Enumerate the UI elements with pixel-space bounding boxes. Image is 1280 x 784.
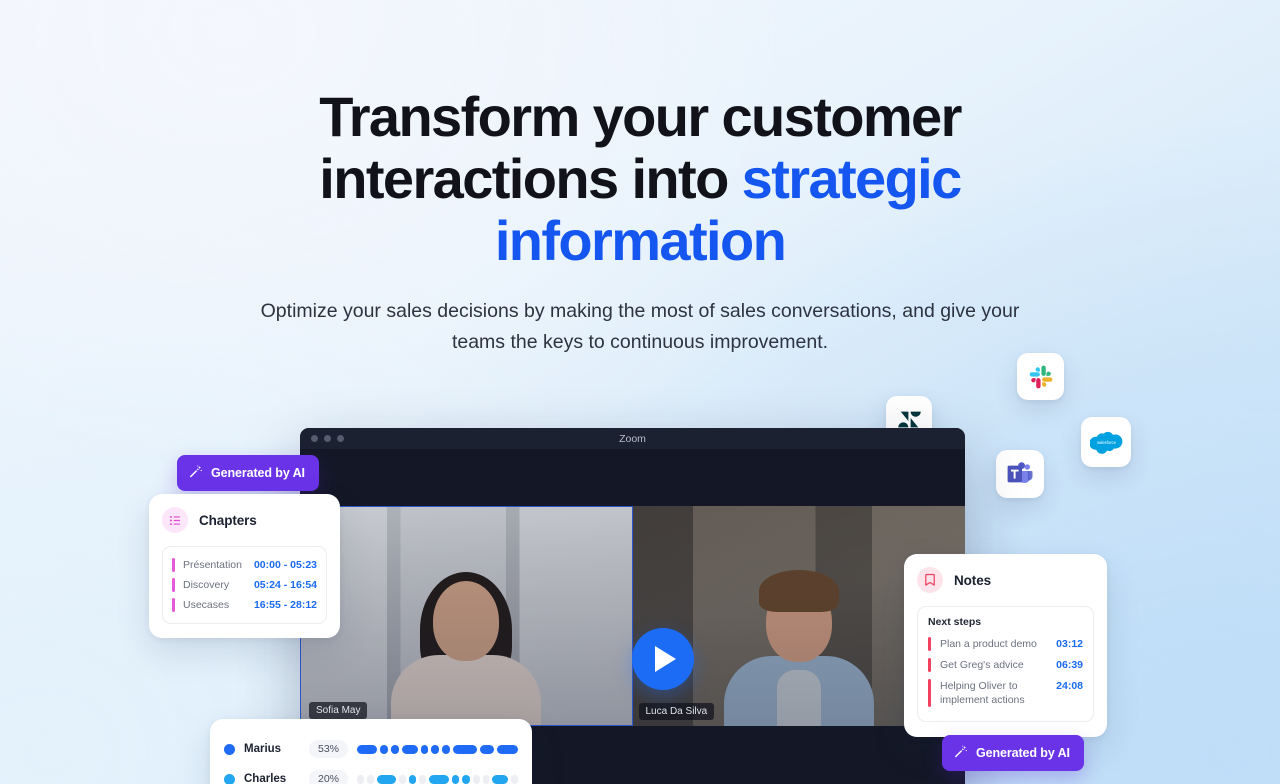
- list-icon: [162, 507, 188, 533]
- hero-stage: Transform your customer interactions int…: [0, 0, 1280, 784]
- activity-segment: [453, 744, 477, 754]
- note-accent-bar: [928, 657, 931, 672]
- hero-text-block: Transform your customer interactions int…: [0, 85, 1280, 358]
- hero-subtitle: Optimize your sales decisions by making …: [260, 300, 1020, 354]
- activity-segment: [492, 774, 509, 784]
- video-grid: Sofia May Luca Da Silva: [300, 506, 965, 726]
- participant-name-label: Sofia May: [309, 702, 368, 719]
- magic-wand-icon: [953, 744, 968, 762]
- activity-segment: [357, 744, 378, 754]
- window-title: Zoom: [619, 432, 646, 445]
- speaker-activity-track[interactable]: [357, 774, 518, 784]
- magic-wand-icon: [188, 464, 203, 482]
- activity-gap: [511, 774, 518, 784]
- chapter-timerange: 00:00 - 05:23: [253, 559, 317, 571]
- note-accent-bar: [928, 636, 931, 651]
- chapter-label: Discovery: [183, 579, 230, 591]
- notes-subtitle: Next steps: [928, 616, 982, 628]
- note-row[interactable]: Helping Oliver to implement actions 24:0…: [928, 675, 1083, 710]
- ai-badge-label: Generated by AI: [211, 466, 305, 480]
- note-row[interactable]: Plan a product demo 03:12: [928, 633, 1083, 654]
- speaker-name: Marius: [244, 743, 282, 755]
- activity-segment: [380, 744, 388, 754]
- chapters-title: Chapters: [199, 512, 257, 528]
- activity-gap: [357, 774, 364, 784]
- activity-gap: [419, 774, 426, 784]
- note-timestamp: 03:12: [1056, 637, 1083, 650]
- activity-segment: [428, 774, 449, 784]
- chapter-accent-bar: [172, 578, 175, 592]
- activity-segment: [376, 774, 396, 784]
- notes-title: Notes: [954, 572, 992, 588]
- speaker-percent: 20%: [309, 770, 349, 784]
- activity-gap: [366, 774, 374, 784]
- chapter-label: Présentation: [183, 559, 242, 571]
- chapter-row[interactable]: Présentation 00:00 - 05:23: [172, 555, 317, 575]
- ai-badge-label: Generated by AI: [976, 746, 1070, 760]
- bookmark-icon: [917, 567, 943, 593]
- activity-segment: [390, 744, 399, 754]
- notes-list: Next steps Plan a product demo 03:12 Get…: [917, 606, 1094, 722]
- note-accent-bar: [928, 678, 931, 708]
- chapter-timerange: 16:55 - 28:12: [253, 599, 317, 611]
- note-label: Plan a product demo: [940, 637, 1037, 650]
- speaker-row-charles: Charles 20%: [224, 764, 518, 784]
- activity-segment: [451, 774, 460, 784]
- note-timestamp: 24:08: [1056, 679, 1083, 692]
- microsoft-teams-logo[interactable]: [996, 450, 1044, 498]
- generated-by-ai-badge-top[interactable]: Generated by AI: [177, 455, 319, 491]
- video-tile-sofia[interactable]: Sofia May: [300, 506, 633, 726]
- notes-card: Notes Next steps Plan a product demo 03:…: [904, 554, 1107, 737]
- chapter-row[interactable]: Usecases 16:55 - 28:12: [172, 595, 317, 615]
- activity-segment: [420, 744, 429, 754]
- activity-segment: [401, 744, 418, 754]
- chapters-list: Présentation 00:00 - 05:23 Discovery 05:…: [162, 546, 327, 624]
- activity-segment: [408, 774, 417, 784]
- activity-segment: [431, 744, 440, 754]
- slack-logo[interactable]: [1017, 353, 1064, 400]
- participant-name-label: Luca Da Silva: [638, 703, 715, 720]
- talk-time-card: Marius 53% Charles 20%: [210, 719, 532, 784]
- activity-segment: [462, 774, 470, 784]
- note-label: Get Greg's advice: [940, 658, 1024, 671]
- activity-gap: [472, 774, 480, 784]
- page-title: Transform your customer interactions int…: [270, 85, 1010, 272]
- note-label: Helping Oliver to implement actions: [940, 679, 1025, 707]
- activity-segment: [497, 744, 518, 754]
- chapter-accent-bar: [172, 598, 175, 612]
- play-button[interactable]: [632, 628, 694, 690]
- chapter-timerange: 05:24 - 16:54: [253, 579, 317, 591]
- speaker-color-dot: [224, 773, 235, 784]
- activity-gap: [482, 774, 490, 784]
- activity-gap: [398, 774, 406, 784]
- notes-card-header: Notes: [917, 567, 1094, 593]
- note-row[interactable]: Get Greg's advice 06:39: [928, 654, 1083, 675]
- activity-segment: [479, 744, 495, 754]
- svg-text:salesforce: salesforce: [1097, 440, 1116, 445]
- chapter-row[interactable]: Discovery 05:24 - 16:54: [172, 575, 317, 595]
- speaker-activity-track[interactable]: [357, 744, 518, 754]
- window-titlebar: Zoom: [300, 428, 965, 449]
- chapter-accent-bar: [172, 558, 175, 572]
- chapters-card-header: Chapters: [162, 507, 327, 533]
- salesforce-logo[interactable]: salesforce: [1081, 417, 1131, 467]
- generated-by-ai-badge-bottom[interactable]: Generated by AI: [942, 735, 1084, 771]
- chapter-label: Usecases: [183, 599, 230, 611]
- chapters-card: Chapters Présentation 00:00 - 05:23 Disc…: [149, 494, 340, 638]
- activity-segment: [442, 744, 451, 754]
- note-timestamp: 06:39: [1056, 658, 1083, 671]
- speaker-row-marius: Marius 53%: [224, 734, 518, 764]
- speaker-name: Charles: [244, 773, 287, 784]
- speaker-color-dot: [224, 743, 235, 755]
- speaker-percent: 53%: [309, 740, 349, 758]
